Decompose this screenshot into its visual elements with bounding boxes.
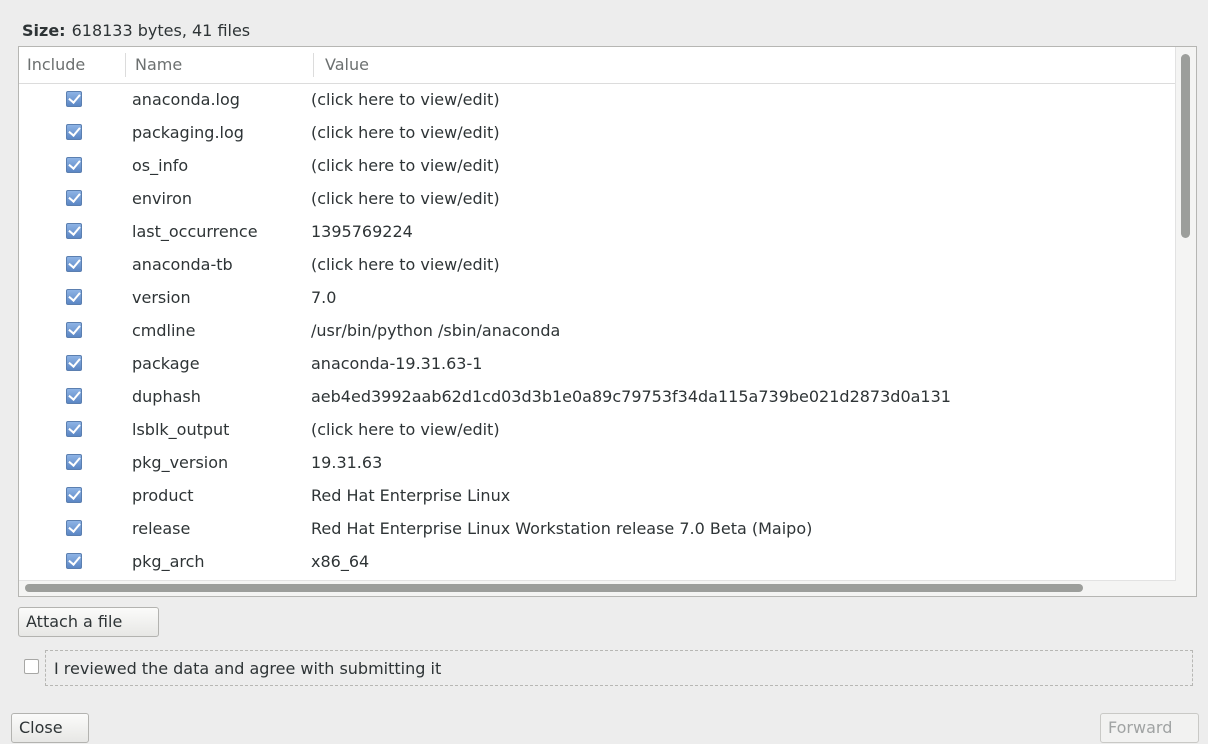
row-value[interactable]: (click here to view/edit) [311, 123, 500, 142]
include-checkbox[interactable] [66, 124, 82, 140]
table-row[interactable]: last_occurrence 1395769224 [19, 216, 1176, 249]
row-value[interactable]: (click here to view/edit) [311, 90, 500, 109]
include-checkbox[interactable] [66, 190, 82, 206]
row-name: anaconda.log [132, 90, 240, 109]
include-checkbox[interactable] [66, 454, 82, 470]
include-checkbox[interactable] [66, 256, 82, 272]
row-value[interactable]: 7.0 [311, 288, 336, 307]
attach-file-button[interactable]: Attach a file [18, 607, 159, 637]
row-name: cmdline [132, 321, 196, 340]
row-value[interactable]: (click here to view/edit) [311, 420, 500, 439]
include-checkbox[interactable] [66, 388, 82, 404]
agree-label-area[interactable]: I reviewed the data and agree with submi… [45, 650, 1193, 686]
table-rows: anaconda.log (click here to view/edit) pac… [19, 84, 1176, 579]
include-checkbox[interactable] [66, 322, 82, 338]
table-row[interactable]: pkg_arch x86_64 [19, 546, 1176, 579]
row-name: product [132, 486, 194, 505]
row-name: anaconda-tb [132, 255, 233, 274]
agree-label[interactable]: I reviewed the data and agree with submi… [54, 659, 441, 678]
table-row[interactable]: environ (click here to view/edit) [19, 183, 1176, 216]
header-value[interactable]: Value [325, 55, 369, 74]
row-name: last_occurrence [132, 222, 258, 241]
include-checkbox[interactable] [66, 157, 82, 173]
include-checkbox[interactable] [66, 223, 82, 239]
row-value[interactable]: 19.31.63 [311, 453, 382, 472]
row-name: pkg_arch [132, 552, 205, 571]
horizontal-scroll-thumb[interactable] [25, 584, 1083, 592]
header-include[interactable]: Include [27, 55, 85, 74]
table-header: Include Name Value [19, 47, 1176, 84]
table-row[interactable]: pkg_version 19.31.63 [19, 447, 1176, 480]
row-name: lsblk_output [132, 420, 230, 439]
size-value: 618133 bytes, 41 files [71, 21, 251, 40]
row-value[interactable]: aeb4ed3992aab62d1cd03d3b1e0a89c79753f34d… [311, 387, 951, 406]
row-name: os_info [132, 156, 189, 175]
row-value[interactable]: 1395769224 [311, 222, 413, 241]
table-row[interactable]: cmdline/usr/bin/python /sbin/anaconda [19, 315, 1176, 348]
table-row[interactable]: os_info (click here to view/edit) [19, 150, 1176, 183]
column-separator [125, 53, 126, 77]
size-label: Size: [22, 21, 66, 40]
table-row[interactable]: packaging.log (click here to view/edit) [19, 117, 1176, 150]
include-checkbox[interactable] [66, 520, 82, 536]
row-value[interactable]: x86_64 [311, 552, 369, 571]
row-value[interactable]: /usr/bin/python /sbin/anaconda [311, 321, 560, 340]
close-button[interactable]: Close [11, 713, 89, 743]
horizontal-scrollbar[interactable] [19, 580, 1176, 596]
agree-checkbox[interactable] [24, 659, 39, 674]
row-name: packaging.log [132, 123, 244, 142]
size-summary: Size: 618133 bytes, 41 files [22, 21, 250, 40]
include-checkbox[interactable] [66, 553, 82, 569]
include-checkbox[interactable] [66, 91, 82, 107]
data-tree-view[interactable]: Include Name Value anaconda.log (click he… [18, 46, 1197, 597]
row-name: release [132, 519, 191, 538]
include-checkbox[interactable] [66, 289, 82, 305]
row-name: version [132, 288, 191, 307]
row-value[interactable]: Red Hat Enterprise Linux [311, 486, 510, 505]
include-checkbox[interactable] [66, 355, 82, 371]
table-row[interactable]: package anaconda-19.31.63-1 [19, 348, 1176, 381]
table-row[interactable]: release Red Hat Enterprise Linux Workstat… [19, 513, 1176, 546]
vertical-scroll-thumb[interactable] [1181, 54, 1190, 238]
row-value[interactable]: Red Hat Enterprise Linux Workstation rel… [311, 519, 812, 538]
row-value[interactable]: (click here to view/edit) [311, 255, 500, 274]
row-value[interactable]: anaconda-19.31.63-1 [311, 354, 482, 373]
table-row[interactable]: version 7.0 [19, 282, 1176, 315]
include-checkbox[interactable] [66, 421, 82, 437]
include-checkbox[interactable] [66, 487, 82, 503]
table-row[interactable]: product Red Hat Enterprise Linux [19, 480, 1176, 513]
table-row[interactable]: anaconda.log (click here to view/edit) [19, 84, 1176, 117]
vertical-scrollbar[interactable] [1175, 47, 1196, 596]
table-row[interactable]: duphash aeb4ed3992aab62d1cd03d3b1e0a89c79… [19, 381, 1176, 414]
row-name: pkg_version [132, 453, 229, 472]
forward-button[interactable]: Forward [1100, 713, 1199, 743]
row-value[interactable]: (click here to view/edit) [311, 189, 500, 208]
header-name[interactable]: Name [135, 55, 182, 74]
column-separator [313, 53, 314, 77]
row-name: duphash [132, 387, 201, 406]
row-name: environ [132, 189, 193, 208]
row-name: package [132, 354, 200, 373]
table-row[interactable]: anaconda-tb (click here to view/edit) [19, 249, 1176, 282]
table-row[interactable]: lsblk_output (click here to view/edit) [19, 414, 1176, 447]
row-value[interactable]: (click here to view/edit) [311, 156, 500, 175]
